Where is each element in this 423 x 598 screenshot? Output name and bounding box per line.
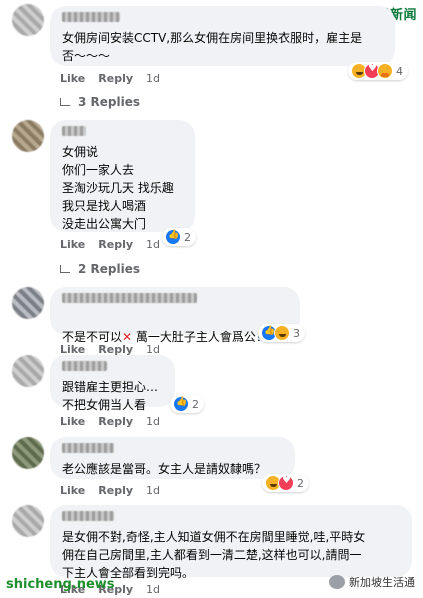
replies-label[interactable]: 2 Replies [78, 262, 140, 276]
timestamp[interactable]: 1d [146, 72, 160, 85]
comment-bubble: 是女佣不對,奇怪,主人知道女佣不在房間里睡觉,哇,平時女 佣在自己房間里,主人都… [50, 505, 412, 580]
author-name-redacted[interactable] [62, 511, 114, 521]
view-replies-link[interactable]: 2 Replies [60, 262, 140, 276]
replies-label[interactable]: 3 Replies [78, 95, 140, 109]
like-reaction-icon [165, 229, 181, 245]
author-name-redacted[interactable] [62, 361, 107, 371]
like-reaction-icon [173, 396, 189, 412]
reaction-summary[interactable]: 2 [262, 474, 309, 492]
reaction-summary[interactable]: 3 [258, 324, 305, 342]
view-replies-link[interactable]: 3 Replies [60, 95, 140, 109]
wechat-account-label: 新加坡生活通 [349, 576, 415, 589]
comment-actions: Like Reply 1d [60, 72, 160, 85]
reaction-count: 2 [192, 397, 199, 411]
avatar[interactable] [12, 287, 44, 319]
comment-bubble: 女佣房间安装CCTV,那么女佣在房间里换衣服时，雇主是 否～～～ [50, 6, 395, 66]
comment-actions: Like Reply 1d [60, 238, 160, 251]
avatar[interactable] [12, 437, 44, 469]
comment-bubble: 女佣说 你们一家人去 圣淘沙玩几天 找乐趣 我只是找人喝酒 没走出公寓大门 [50, 120, 195, 232]
author-name-redacted[interactable] [62, 12, 120, 22]
reply-arrow-icon [60, 265, 70, 273]
comment-text: 跟错雇主更担心… 不把女佣当人看 [62, 380, 159, 412]
reply-arrow-icon [60, 98, 70, 106]
like-button[interactable]: Like [60, 484, 85, 497]
comment-text: 老公應該是當哥。女主人是請奴隸嗎？ [62, 462, 267, 476]
comment-text-part: 萬一大肚子主人會爲公！ [132, 330, 268, 344]
watermark-bottom: shicheng.news [6, 577, 115, 592]
reaction-count: 2 [184, 230, 191, 244]
love-icon [278, 475, 294, 491]
care-icon [377, 63, 393, 79]
red-x-icon: ✕ [122, 330, 133, 344]
reaction-summary[interactable]: 4 [348, 62, 408, 80]
avatar[interactable] [12, 4, 44, 36]
haha-icon [274, 325, 290, 341]
author-name-redacted[interactable] [62, 126, 86, 136]
reaction-count: 2 [297, 476, 304, 490]
author-name-redacted[interactable] [62, 443, 114, 453]
timestamp[interactable]: 1d [146, 415, 160, 428]
timestamp[interactable]: 1d [146, 583, 160, 596]
like-button[interactable]: Like [60, 238, 85, 251]
reaction-summary[interactable]: 2 [170, 395, 204, 413]
comment-bubble: 老公應該是當哥。女主人是請奴隸嗎？ [50, 437, 295, 479]
reply-button[interactable]: Reply [98, 72, 133, 85]
reaction-count: 3 [293, 326, 300, 340]
reply-button[interactable]: Reply [98, 415, 133, 428]
comment-text: 不是不可以✕ 萬一大肚子主人會爲公！ [62, 310, 288, 346]
avatar[interactable] [12, 355, 44, 387]
avatar[interactable] [12, 120, 44, 152]
reply-button[interactable]: Reply [98, 238, 133, 251]
reply-button[interactable]: Reply [98, 484, 133, 497]
reaction-summary[interactable]: 2 [162, 228, 196, 246]
comment-text-part: 不是不可以 [62, 330, 123, 344]
author-name-redacted[interactable] [62, 293, 197, 303]
wechat-watermark: 新加坡生活通 [329, 574, 415, 590]
timestamp[interactable]: 1d [146, 238, 160, 251]
comment-actions: Like Reply 1d [60, 484, 160, 497]
like-button[interactable]: Like [60, 72, 85, 85]
comment-actions: Like Reply 1d [60, 415, 160, 428]
avatar[interactable] [12, 505, 44, 537]
like-button[interactable]: Like [60, 415, 85, 428]
reaction-count: 4 [396, 64, 403, 78]
comment-text: 女佣说 你们一家人去 圣淘沙玩几天 找乐趣 我只是找人喝酒 没走出公寓大门 [62, 145, 174, 231]
comment-bubble: 跟错雇主更担心… 不把女佣当人看 [50, 355, 175, 412]
wechat-icon [329, 575, 345, 589]
timestamp[interactable]: 1d [146, 484, 160, 497]
comment-text: 女佣房间安装CCTV,那么女佣在房间里换衣服时，雇主是 否～～～ [62, 31, 363, 63]
